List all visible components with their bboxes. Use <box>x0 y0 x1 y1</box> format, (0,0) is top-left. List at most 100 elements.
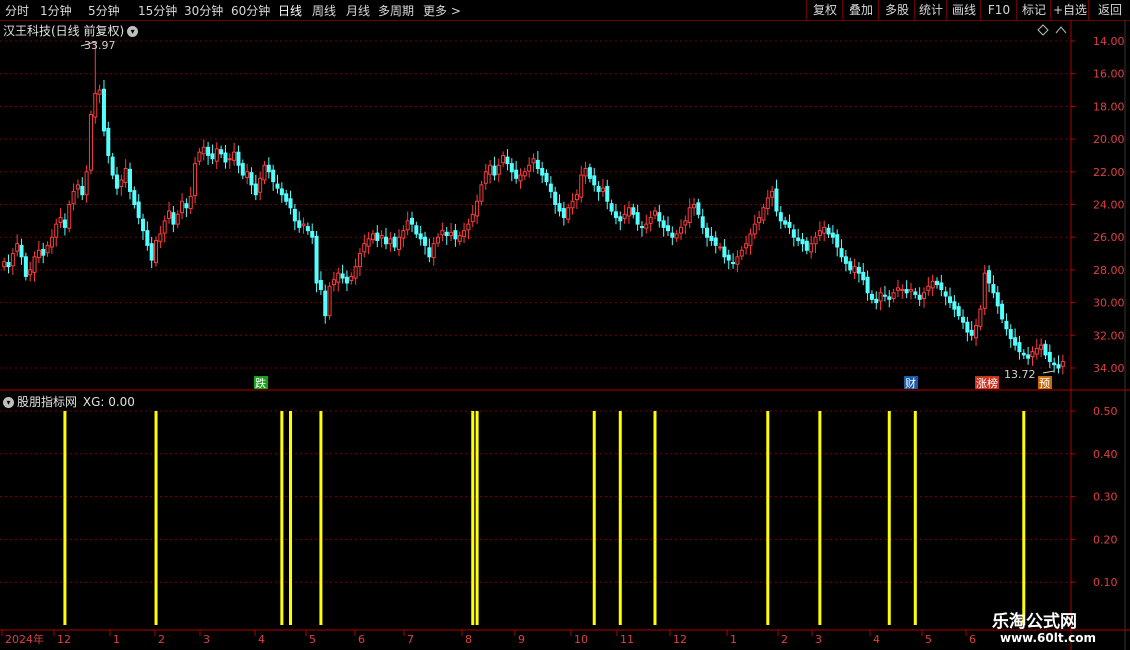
candle-body <box>401 230 406 239</box>
marker-fall[interactable]: 跌 <box>254 376 268 390</box>
candle-body <box>97 89 102 95</box>
candle-body <box>856 266 861 274</box>
candle-body <box>683 220 688 226</box>
candle-body <box>418 233 423 240</box>
candle-body <box>891 292 896 300</box>
candle-body <box>1004 320 1009 330</box>
candle-body <box>305 226 310 232</box>
candle-body <box>41 248 46 256</box>
marker-gainers[interactable]: 涨榜 <box>975 376 999 390</box>
candle-body <box>175 213 180 225</box>
indicator-tick-label: 0.20 <box>1093 533 1118 546</box>
candle-body <box>414 225 419 235</box>
candle-body <box>509 163 514 173</box>
candle-body <box>410 217 415 225</box>
candle-body <box>661 220 666 228</box>
candle-body <box>331 279 336 286</box>
low-arrow <box>1042 370 1055 374</box>
marker-forecast[interactable]: 预 <box>1038 376 1052 390</box>
candle-body <box>240 163 245 176</box>
candle-body <box>605 186 610 202</box>
candle-body <box>687 207 692 223</box>
candle-body <box>813 236 818 245</box>
candle-body <box>214 148 219 162</box>
candle-body <box>592 175 597 186</box>
candle-body <box>1017 342 1022 353</box>
candle-body <box>809 243 814 253</box>
candle-body <box>600 187 605 192</box>
chart-canvas[interactable]: 34.00 32.00 30.00 28.00 26.00 24.00 22.00 20.00… <box>0 0 1130 650</box>
candle-body <box>54 223 59 238</box>
candle-body <box>596 186 601 192</box>
indicator-tick-label: 0.10 <box>1093 576 1118 589</box>
marker-finance[interactable]: 财 <box>904 376 918 390</box>
candle-body <box>1026 354 1031 359</box>
candle-body <box>193 163 198 197</box>
indicator-tick-label: 0.40 <box>1093 448 1118 461</box>
candle-body <box>774 188 779 212</box>
price-tick-label: 26.00 <box>1093 231 1125 244</box>
candlestick-series <box>2 41 1065 375</box>
candle-body <box>761 207 766 221</box>
marker-fall-label: 跌 <box>255 376 266 390</box>
candle-body <box>10 253 15 267</box>
candle-body <box>613 211 618 219</box>
x-tick-label: 2024年 <box>5 632 44 646</box>
candle-body <box>349 275 354 282</box>
candle-body <box>822 226 827 234</box>
candle-body <box>180 200 185 214</box>
candle-body <box>223 152 228 163</box>
candle-body <box>75 184 80 190</box>
candle-body <box>731 262 736 265</box>
indicator-tick-label: 0.30 <box>1093 491 1118 504</box>
candle-body <box>284 193 289 202</box>
candle-body <box>475 200 480 217</box>
candle-body <box>765 197 770 210</box>
candle-body <box>132 190 137 205</box>
candle-body <box>292 208 297 222</box>
candle-body <box>436 236 441 244</box>
candle-body <box>622 213 627 219</box>
candle-body <box>383 236 388 245</box>
candle-body <box>71 190 76 205</box>
candle-body <box>948 296 953 304</box>
candle-body <box>679 226 684 234</box>
candle-body <box>357 253 362 268</box>
candle-body <box>266 164 271 173</box>
candle-body <box>744 243 749 249</box>
candle-body <box>943 291 948 297</box>
candle-body <box>579 174 584 198</box>
candle-body <box>904 289 909 294</box>
x-tick-label: 5 <box>925 633 932 646</box>
candle-body <box>344 276 349 284</box>
candle-body <box>2 261 7 268</box>
candle-body <box>978 308 983 327</box>
candle-body <box>566 207 571 220</box>
candle-body <box>314 235 319 284</box>
candle-body <box>23 256 28 277</box>
candle-body <box>375 232 380 241</box>
price-tick-label: 24.00 <box>1093 199 1125 212</box>
price-tick-label: 28.00 <box>1093 264 1125 277</box>
price-tick-label: 30.00 <box>1093 297 1125 310</box>
x-tick-label: 1 <box>113 633 120 646</box>
candle-body <box>666 225 671 232</box>
candle-body <box>106 127 111 156</box>
candle-body <box>583 168 588 177</box>
diamond-icon[interactable] <box>1037 24 1049 36</box>
chevron-up-icon[interactable] <box>1055 26 1067 34</box>
candle-body <box>370 233 375 241</box>
candle-body <box>974 324 979 339</box>
candle-body <box>379 235 384 239</box>
x-tick-label: 2 <box>781 633 788 646</box>
x-tick-label: 6 <box>969 633 976 646</box>
candle-body <box>1013 337 1018 346</box>
candle-body <box>505 156 510 165</box>
candle-body <box>739 249 744 257</box>
candle-body <box>6 262 11 268</box>
candle-body <box>518 174 523 182</box>
candle-body <box>362 243 367 253</box>
candle-body <box>644 223 649 229</box>
candle-body <box>913 291 918 295</box>
candle-body <box>119 179 124 188</box>
